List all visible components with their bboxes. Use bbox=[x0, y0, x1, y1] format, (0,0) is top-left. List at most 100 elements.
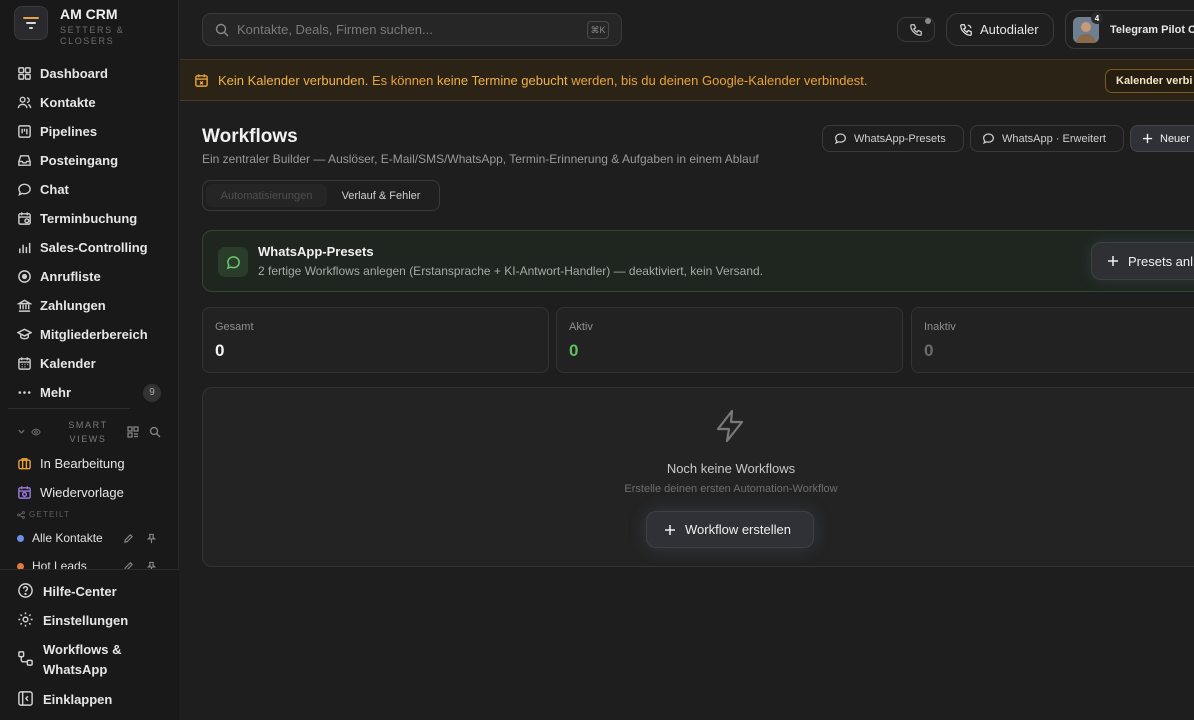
new-workflow-button[interactable]: Neuer bbox=[1130, 125, 1194, 152]
phone-button[interactable] bbox=[897, 17, 935, 42]
preset-card-title: WhatsApp-Presets bbox=[258, 244, 374, 259]
smart-view-in-bearbeitung[interactable]: In Bearbeitung bbox=[8, 449, 171, 478]
banner-message: Kein Kalender verbunden. Es können keine… bbox=[218, 72, 868, 88]
smart-views-title: SMART VIEWS bbox=[68, 420, 108, 444]
search-views-icon[interactable] bbox=[149, 426, 161, 438]
sidebar-item-terminbuchung[interactable]: Terminbuchung bbox=[8, 204, 171, 233]
inbox-icon bbox=[17, 153, 32, 168]
sidebar-item-pipelines[interactable]: Pipelines bbox=[8, 117, 171, 146]
pin-icon[interactable] bbox=[146, 533, 157, 544]
chevron-down-icon[interactable] bbox=[17, 427, 27, 437]
sidebar-bottom: Hilfe-Center Einstellungen Workflows & W… bbox=[0, 569, 179, 720]
global-search[interactable]: ⌘K bbox=[202, 13, 622, 46]
edit-pencil-icon[interactable] bbox=[123, 533, 134, 544]
users-icon bbox=[17, 95, 32, 110]
connect-calendar-button[interactable]: Kalender verbi bbox=[1105, 69, 1194, 93]
search-input[interactable] bbox=[237, 22, 577, 37]
more-count-badge: 9 bbox=[143, 383, 161, 402]
gear-icon bbox=[17, 611, 34, 628]
eye-icon[interactable] bbox=[31, 427, 41, 437]
stat-total: Gesamt 0 bbox=[202, 307, 549, 373]
stat-value: 0 bbox=[215, 341, 225, 360]
help-center-link[interactable]: Hilfe-Center bbox=[17, 582, 153, 602]
sidebar-item-label: Zahlungen bbox=[40, 298, 106, 313]
smart-views-list: In Bearbeitung Wiedervorlage bbox=[8, 449, 171, 507]
sidebar-item-posteingang[interactable]: Posteingang bbox=[8, 146, 171, 175]
search-icon bbox=[215, 23, 229, 37]
settings-link[interactable]: Einstellungen bbox=[17, 611, 153, 631]
calendar-warning-banner: Kein Kalender verbunden. Es können keine… bbox=[180, 59, 1194, 101]
whatsapp-presets-button[interactable]: WhatsApp-Presets bbox=[822, 125, 964, 152]
sidebar-item-label: Pipelines bbox=[40, 124, 98, 139]
more-dots-icon bbox=[17, 385, 32, 400]
app-subtitle: SETTERS & CLOSERS bbox=[60, 25, 125, 46]
dashboard-icon bbox=[17, 66, 32, 81]
stat-label: Inaktiv bbox=[924, 321, 956, 333]
calendar-refresh-icon bbox=[17, 485, 32, 500]
profile-name: Telegram Pilot C bbox=[1110, 23, 1194, 36]
plus-icon bbox=[1142, 133, 1153, 144]
workflows-whatsapp-link[interactable]: Workflows & WhatsApp bbox=[17, 640, 153, 680]
main-nav: Dashboard Kontakte Pipelines Posteingang… bbox=[8, 59, 171, 407]
sidebar-item-label: Mitgliederbereich bbox=[40, 327, 148, 342]
share-icon bbox=[17, 510, 25, 519]
stat-label: Aktiv bbox=[569, 321, 593, 333]
shared-views-label: GETEILT bbox=[17, 510, 70, 519]
preset-card-description: 2 fertige Workflows anlegen (Erstansprac… bbox=[258, 264, 764, 278]
shared-view-hot-leads[interactable]: Hot Leads bbox=[8, 552, 171, 569]
sidebar: AM CRM SETTERS & CLOSERS Dashboard Konta… bbox=[0, 0, 179, 720]
notification-badge: 4 bbox=[1091, 12, 1103, 24]
shared-views-list: Alle Kontakte Hot Leads bbox=[8, 524, 171, 569]
kanban-icon bbox=[17, 124, 32, 139]
phone-call-icon bbox=[959, 23, 973, 37]
plus-icon bbox=[664, 524, 676, 536]
collapse-sidebar-button[interactable]: Einklappen bbox=[17, 690, 153, 710]
phone-status-dot bbox=[925, 18, 931, 24]
sidebar-item-chat[interactable]: Chat bbox=[8, 175, 171, 204]
manage-views-icon[interactable] bbox=[127, 426, 139, 438]
sidebar-item-anrufliste[interactable]: Anrufliste bbox=[8, 262, 171, 291]
create-workflow-button[interactable]: Workflow erstellen bbox=[646, 511, 814, 548]
workflow-tabs: Automatisierungen Verlauf & Fehler bbox=[202, 180, 440, 211]
app-title: AM CRM bbox=[60, 6, 118, 22]
briefcase-icon bbox=[17, 456, 32, 471]
page-description: Ein zentraler Builder — Auslöser, E-Mail… bbox=[202, 152, 759, 166]
profile-menu[interactable]: Telegram Pilot C bbox=[1065, 10, 1194, 49]
sidebar-item-label: Mehr bbox=[40, 385, 72, 400]
sidebar-item-sales-controlling[interactable]: Sales-Controlling bbox=[8, 233, 171, 262]
sidebar-item-label: Kalender bbox=[40, 356, 96, 371]
whatsapp-advanced-button[interactable]: WhatsApp · Erweitert bbox=[970, 125, 1124, 152]
create-presets-button[interactable]: Presets anl bbox=[1091, 242, 1194, 280]
sidebar-item-zahlungen[interactable]: Zahlungen bbox=[8, 291, 171, 320]
sidebar-item-label: Anrufliste bbox=[40, 269, 101, 284]
chat-bubble-icon bbox=[17, 182, 32, 197]
sidebar-item-kontakte[interactable]: Kontakte bbox=[8, 88, 171, 117]
collapse-label: Einklappen bbox=[43, 692, 113, 707]
tab-verlauf-fehler[interactable]: Verlauf & Fehler bbox=[327, 184, 435, 207]
empty-state-title: Noch keine Workflows bbox=[666, 461, 796, 476]
brand[interactable]: AM CRM SETTERS & CLOSERS bbox=[14, 6, 140, 47]
sidebar-item-label: Sales-Controlling bbox=[40, 240, 148, 255]
page-title: Workflows bbox=[202, 126, 298, 147]
autodialer-button[interactable]: Autodialer bbox=[946, 13, 1054, 46]
tab-automatisierungen[interactable]: Automatisierungen bbox=[206, 184, 327, 207]
sidebar-item-mitgliederbereich[interactable]: Mitgliederbereich bbox=[8, 320, 171, 349]
sidebar-item-label: Dashboard bbox=[40, 66, 108, 81]
edit-pencil-icon[interactable] bbox=[123, 561, 134, 569]
sidebar-item-kalender[interactable]: Kalender bbox=[8, 349, 171, 378]
shared-view-label: Hot Leads bbox=[32, 559, 87, 569]
settings-label: Einstellungen bbox=[43, 613, 129, 628]
sidebar-item-dashboard[interactable]: Dashboard bbox=[8, 59, 171, 88]
smart-view-wiedervorlage[interactable]: Wiedervorlage bbox=[8, 478, 171, 507]
shared-view-alle-kontakte[interactable]: Alle Kontakte bbox=[8, 524, 171, 552]
help-center-label: Hilfe-Center bbox=[43, 584, 117, 599]
smart-views-header: SMART VIEWS bbox=[17, 418, 171, 446]
sidebar-item-mehr[interactable]: Mehr 9 bbox=[8, 378, 171, 407]
chat-bubble-icon bbox=[982, 132, 995, 145]
pin-icon[interactable] bbox=[146, 561, 157, 569]
phone-icon bbox=[909, 23, 923, 37]
autodialer-label: Autodialer bbox=[980, 22, 1039, 37]
whatsapp-chat-icon bbox=[218, 247, 248, 277]
color-dot bbox=[17, 534, 24, 542]
workflow-icon bbox=[17, 650, 34, 667]
